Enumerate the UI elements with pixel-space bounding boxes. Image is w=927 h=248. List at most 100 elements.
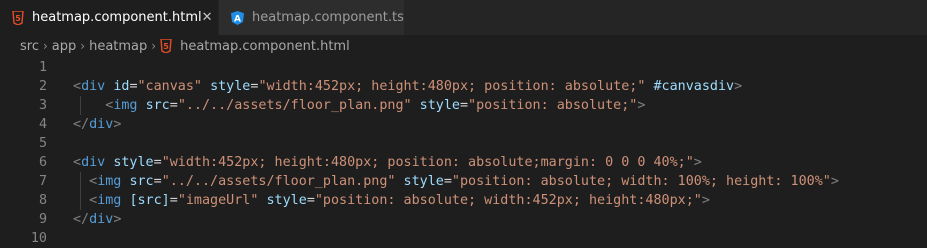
code-token: < bbox=[89, 174, 98, 189]
line-number: 4 bbox=[38, 117, 47, 132]
code-line[interactable]: 1 bbox=[0, 58, 927, 77]
code-text: <img src="../../assets/floor_plan.png" s… bbox=[73, 172, 839, 191]
code-line[interactable]: 6 <div style="width:452px; height:480px; … bbox=[0, 153, 927, 172]
breadcrumb-item-src[interactable]: src bbox=[20, 39, 39, 54]
code-token: id bbox=[113, 79, 130, 94]
code-token: src bbox=[129, 174, 154, 189]
code-token: > bbox=[113, 117, 122, 132]
code-token: "width:452px; height:480px; position: ab… bbox=[161, 155, 694, 170]
code-token: = bbox=[443, 174, 452, 189]
code-token: style bbox=[113, 155, 154, 170]
chevron-right-icon: › bbox=[80, 39, 86, 53]
code-token: > bbox=[830, 174, 839, 189]
editor-tab-bar: 5 heatmap.component.html ✕ A heatmap.com… bbox=[0, 0, 927, 35]
code-token: "imageUrl" bbox=[177, 193, 259, 208]
code-line[interactable]: 7 <img src="../../assets/floor_plan.png"… bbox=[0, 172, 927, 191]
code-line[interactable]: 3 <img src="../../assets/floor_plan.png"… bbox=[0, 96, 927, 115]
code-token: > bbox=[637, 98, 646, 113]
code-token: "width:452px; height:480px; position: ab… bbox=[258, 79, 646, 94]
code-token: "position: absolute; width:452px; height… bbox=[314, 193, 702, 208]
code-token: div bbox=[81, 155, 106, 170]
code-token: div bbox=[89, 117, 114, 132]
code-text: </div> bbox=[73, 210, 121, 229]
line-number: 1 bbox=[38, 60, 47, 75]
code-line[interactable]: 5 bbox=[0, 134, 927, 153]
code-token: img bbox=[113, 98, 138, 113]
code-text: <img [src]="imageUrl" style="position: a… bbox=[73, 191, 710, 210]
tab-heatmap-component-ts[interactable]: A heatmap.component.ts bbox=[219, 0, 404, 35]
code-token: src bbox=[145, 98, 170, 113]
line-number: 7 bbox=[38, 174, 47, 189]
tab-bar-empty-area bbox=[404, 0, 927, 35]
code-token: </ bbox=[73, 117, 90, 132]
line-number: 10 bbox=[30, 231, 47, 246]
code-token: = bbox=[459, 98, 469, 113]
code-token: img bbox=[97, 174, 122, 189]
line-number: 2 bbox=[38, 79, 47, 94]
line-number: 9 bbox=[38, 212, 47, 227]
code-token: = bbox=[153, 155, 162, 170]
code-token: = bbox=[306, 193, 315, 208]
breadcrumb-item-file[interactable]: 5 heatmap.component.html bbox=[160, 39, 350, 54]
code-text: </div> bbox=[73, 115, 121, 134]
line-number: 6 bbox=[38, 155, 47, 170]
code-line[interactable]: 10 bbox=[0, 229, 927, 248]
breadcrumb-item-heatmap[interactable]: heatmap bbox=[89, 39, 147, 54]
code-token: < bbox=[73, 155, 82, 170]
code-token: < bbox=[89, 193, 98, 208]
code-line[interactable]: 8 <img [src]="imageUrl" style="position:… bbox=[0, 191, 927, 210]
tab-label: heatmap.component.ts bbox=[252, 10, 404, 25]
code-token: = bbox=[169, 98, 178, 113]
code-token: "../../assets/floor_plan.png" bbox=[177, 98, 412, 113]
code-token: = bbox=[153, 174, 162, 189]
code-token: > bbox=[693, 155, 702, 170]
code-token: = bbox=[129, 79, 138, 94]
breadcrumb-file-label: heatmap.component.html bbox=[180, 38, 350, 54]
tab-heatmap-component-html[interactable]: 5 heatmap.component.html ✕ bbox=[0, 0, 219, 35]
code-token: > bbox=[113, 212, 122, 227]
code-token: div bbox=[81, 79, 106, 94]
code-token: style bbox=[419, 98, 460, 113]
code-token: < bbox=[73, 79, 82, 94]
code-text: <img src="../../assets/floor_plan.png" s… bbox=[73, 96, 645, 115]
code-token: "../../assets/floor_plan.png" bbox=[161, 174, 396, 189]
code-token: > bbox=[734, 79, 743, 94]
code-token: "position: absolute;" bbox=[468, 98, 638, 113]
code-token: style bbox=[266, 193, 307, 208]
code-token: > bbox=[701, 193, 710, 208]
code-line[interactable]: 4 </div> bbox=[0, 115, 927, 134]
html-file-icon: 5 bbox=[160, 39, 172, 53]
code-token: #canvasdiv bbox=[653, 79, 735, 94]
html-file-icon: 5 bbox=[12, 10, 24, 25]
line-number: 5 bbox=[38, 136, 47, 151]
angular-file-icon: A bbox=[231, 10, 244, 25]
line-number: 3 bbox=[38, 98, 47, 113]
code-token: div bbox=[89, 212, 114, 227]
code-line[interactable]: 9 </div> bbox=[0, 210, 927, 229]
code-token: = bbox=[169, 193, 178, 208]
code-line[interactable]: 2 <div id="canvas" style="width:452px; he… bbox=[0, 77, 927, 96]
svg-text:5: 5 bbox=[163, 42, 169, 51]
line-number: 8 bbox=[38, 193, 47, 208]
code-token: "canvas" bbox=[137, 79, 203, 94]
tab-label: heatmap.component.html bbox=[32, 10, 202, 25]
code-token: </ bbox=[73, 212, 90, 227]
breadcrumb: src › app › heatmap › 5 heatmap.componen… bbox=[0, 35, 927, 57]
code-token: [src] bbox=[129, 193, 170, 208]
code-text: <div style="width:452px; height:480px; p… bbox=[73, 153, 702, 172]
chevron-right-icon: › bbox=[42, 39, 48, 53]
close-icon[interactable]: ✕ bbox=[202, 10, 213, 25]
code-token: style bbox=[210, 79, 251, 94]
code-editor[interactable]: 1 2 <div id="canvas" style="width:452px; h… bbox=[0, 57, 927, 246]
breadcrumb-item-app[interactable]: app bbox=[52, 39, 76, 54]
svg-text:A: A bbox=[234, 14, 241, 24]
svg-text:5: 5 bbox=[15, 14, 21, 23]
